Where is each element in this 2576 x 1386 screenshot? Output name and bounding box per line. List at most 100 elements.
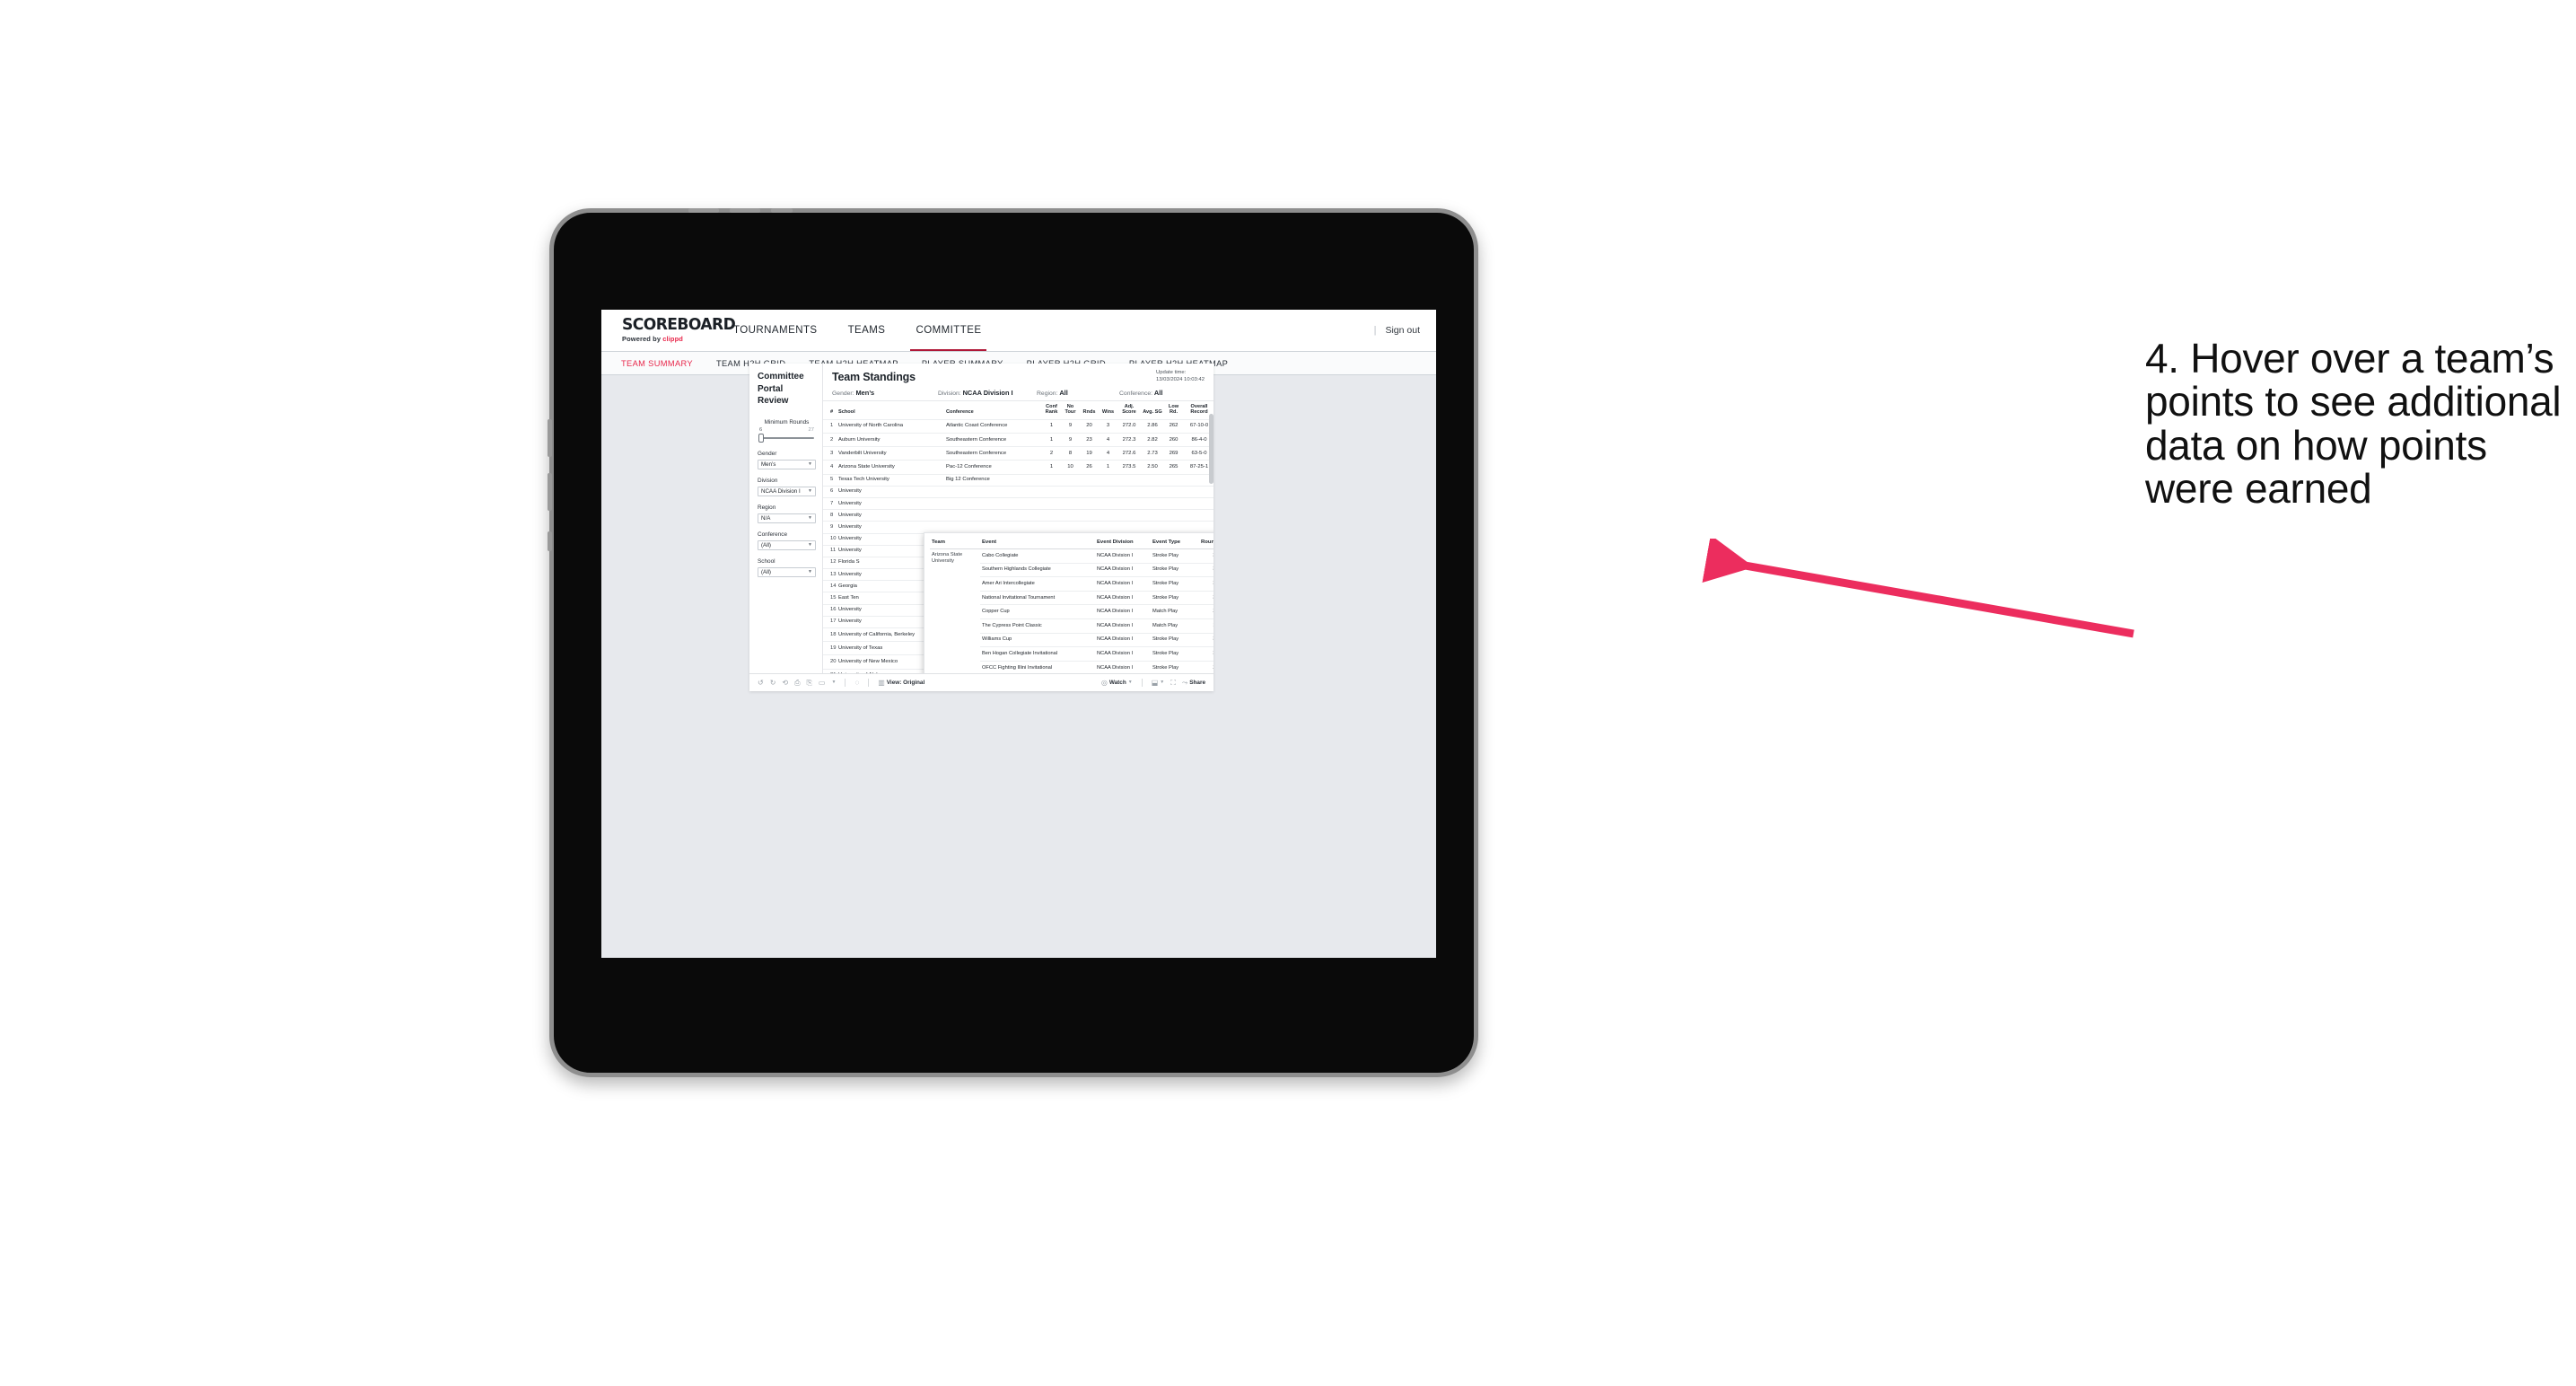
tooltip-division: NCAA Division I	[1095, 590, 1151, 605]
page-title: Team Standings	[832, 371, 916, 383]
row-rank: 15	[823, 592, 837, 605]
meta-conference-value: All	[1153, 389, 1163, 397]
watch-button[interactable]: ◎ Watch ▼	[1100, 678, 1133, 687]
chevron-down-icon[interactable]: ▼	[831, 680, 836, 685]
gender-select[interactable]: Men’s ▼	[758, 459, 816, 469]
col-rank[interactable]: #	[823, 401, 837, 420]
col-low-rd[interactable]: Low Rd.	[1164, 401, 1183, 420]
help-icon[interactable]: ◌	[854, 679, 859, 687]
row-conf-rank: 1	[1042, 432, 1061, 447]
nav-tournaments[interactable]: TOURNAMENTS	[718, 310, 833, 351]
row-wins: 4	[1099, 446, 1117, 461]
school-select[interactable]: (All) ▼	[758, 566, 816, 577]
row-rank: 8	[823, 509, 837, 522]
view-icon: ▥	[878, 678, 885, 687]
brand-wordmark: SCOREBOARD	[622, 315, 736, 334]
school-filter: School (All) ▼	[758, 558, 816, 577]
col-conference[interactable]: Conference	[945, 401, 1042, 420]
update-time-box: Update time: 13/03/2024 10:03:42	[1156, 369, 1205, 383]
nav-committee[interactable]: COMMITTEE	[900, 310, 996, 351]
revert-icon[interactable]: ⟲	[782, 679, 788, 687]
device-top-button-3	[771, 208, 793, 213]
conference-select[interactable]: (All) ▼	[758, 539, 816, 550]
table-row[interactable]: 8 University	[823, 509, 1214, 522]
dashboard-toolbar: ↺ ↻ ⟲ ⎙ ⎘ ▭ ▼ ◌ ▥ View: Original ◎ Watch	[749, 673, 1214, 691]
tip-col-rounds: Rounds	[1201, 539, 1214, 545]
sign-out-link[interactable]: Sign out	[1385, 325, 1420, 336]
table-row[interactable]: 2 Auburn University Southeastern Conferenc…	[823, 432, 1214, 447]
row-low-rd	[1164, 509, 1183, 522]
table-row[interactable]: 4 Arizona State University Pac-12 Conferen…	[823, 460, 1214, 475]
minimum-rounds-slider[interactable]	[758, 433, 816, 443]
table-row[interactable]: 5 Texas Tech University Big 12 Conference	[823, 473, 1214, 487]
col-school[interactable]: School	[837, 401, 945, 420]
row-school: University of North Carolina	[837, 418, 945, 434]
row-wins: 3	[1099, 418, 1117, 434]
row-low-rd: 262	[1164, 418, 1183, 434]
watch-icon: ◎	[1100, 678, 1108, 687]
row-adj-score	[1117, 473, 1141, 487]
row-conf-rank: 1	[1042, 460, 1061, 475]
row-low-rd	[1164, 496, 1183, 510]
table-row[interactable]: 6 University	[823, 485, 1214, 498]
row-wins: 4	[1099, 432, 1117, 447]
col-rnds[interactable]: Rnds	[1080, 401, 1099, 420]
row-rnds	[1080, 473, 1099, 487]
tooltip-division: NCAA Division I	[1095, 548, 1151, 564]
table-row[interactable]: 3 Vanderbilt University Southeastern Confe…	[823, 446, 1214, 461]
gender-label: Gender	[758, 450, 777, 457]
device-layout-icon[interactable]: ▭	[819, 679, 826, 687]
conference-filter: Conference (All) ▼	[758, 531, 816, 550]
vertical-scrollbar[interactable]	[1209, 414, 1214, 484]
row-adj-score	[1117, 496, 1141, 510]
nav-teams[interactable]: TEAMS	[833, 310, 901, 351]
standings-pane: Team Standings Gender: Men’s Division: N…	[823, 364, 1214, 673]
update-time-label: Update time:	[1155, 370, 1187, 375]
redo-icon[interactable]: ↻	[770, 679, 776, 687]
clippd-label: clippd	[662, 335, 683, 343]
minimum-rounds-label: Minimum Rounds	[764, 418, 810, 425]
row-rank: 9	[823, 521, 837, 533]
view-original-button[interactable]: ▥ View: Original	[878, 678, 924, 687]
row-no-tour: 10	[1061, 460, 1080, 475]
brand-logo[interactable]: SCOREBOARD Powered by clippd	[601, 310, 736, 351]
col-conf-rank[interactable]: Conf Rank	[1042, 401, 1061, 420]
gender-filter: Gender Men’s ▼	[758, 451, 816, 469]
row-low-rd	[1164, 485, 1183, 498]
share-button[interactable]: ⤳ Share	[1182, 679, 1205, 687]
tooltip-row: Arizona State University Cabo Collegiate N…	[930, 548, 1214, 673]
row-conf-rank: 2	[1042, 446, 1061, 461]
fullscreen-icon[interactable]: ⛶	[1170, 679, 1176, 687]
refresh-data-icon[interactable]: ⎙	[794, 679, 800, 687]
table-row[interactable]: 1 University of North Carolina Atlantic Co…	[823, 418, 1214, 434]
meta-gender-label: Gender:	[832, 390, 854, 397]
table-row[interactable]: 7 University	[823, 496, 1214, 510]
row-school: University	[837, 496, 945, 510]
tooltip-table-body: Arizona State University Cabo Collegiate N…	[930, 548, 1214, 673]
tab-team-summary[interactable]: TEAM SUMMARY	[621, 359, 693, 368]
col-adj-score[interactable]: Adj. Score	[1117, 401, 1141, 420]
col-wins[interactable]: Wins	[1099, 401, 1117, 420]
meta-division-label: Division:	[938, 390, 961, 397]
tooltip-type: Stroke Play	[1151, 562, 1199, 577]
tooltip-event: Copper Cup	[980, 604, 1095, 619]
slider-knob[interactable]	[758, 433, 764, 443]
undo-icon[interactable]: ↺	[758, 679, 764, 687]
col-avg-sg[interactable]: Avg. SG	[1141, 401, 1164, 420]
tooltip-event: OFCC Fighting Illini Invitational	[980, 660, 1095, 673]
download-button[interactable]: ⬓ ▼	[1152, 679, 1165, 687]
tooltip-type: Stroke Play	[1151, 590, 1199, 605]
chevron-down-icon: ▼	[808, 542, 812, 548]
top-nav-items: TOURNAMENTS TEAMS COMMITTEE	[718, 310, 996, 351]
tooltip-rounds: 3	[1199, 590, 1214, 605]
tooltip-division: NCAA Division I	[1095, 562, 1151, 577]
toolbar-divider-1	[845, 679, 846, 687]
col-no-tour[interactable]: No Tour	[1061, 401, 1080, 420]
tooltip-event: The Cypress Point Classic	[980, 618, 1095, 634]
division-select[interactable]: NCAA Division I ▼	[758, 486, 816, 496]
slider-track[interactable]	[759, 436, 814, 439]
tooltip-type: Stroke Play	[1151, 632, 1199, 647]
gender-value: Men’s	[761, 461, 776, 468]
region-select[interactable]: N/A ▼	[758, 513, 816, 523]
pause-auto-update-icon[interactable]: ⎘	[807, 679, 812, 687]
